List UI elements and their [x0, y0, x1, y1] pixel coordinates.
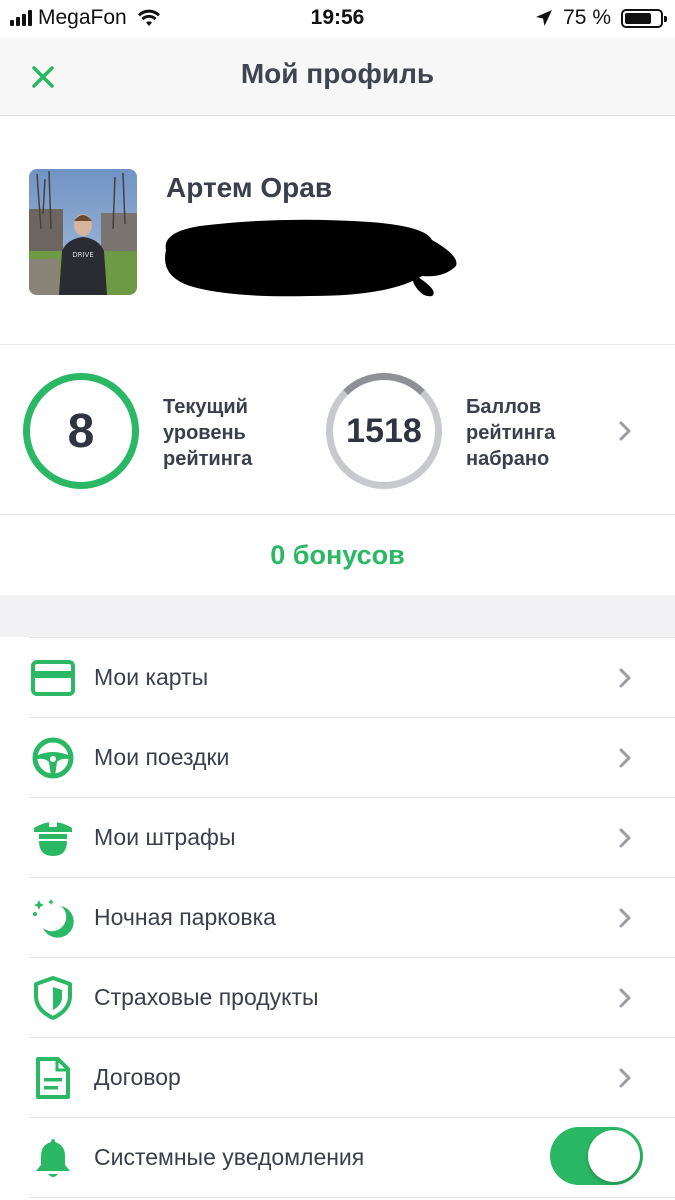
battery-icon	[621, 8, 667, 28]
menu-item-notifications: Системные уведомления	[29, 1118, 675, 1198]
location-arrow-icon	[536, 10, 553, 26]
menu-item-label: Страховые продукты	[94, 984, 319, 1010]
menu-item-insurance[interactable]: Страховые продукты	[29, 958, 675, 1038]
avatar[interactable]: DRIVE	[29, 169, 137, 295]
moon-stars-icon	[31, 896, 75, 940]
chevron-right-icon	[619, 908, 631, 928]
profile-menu: Мои карты Мои поездки Мои штрафы Ночная …	[0, 637, 675, 1198]
chevron-right-icon	[619, 828, 631, 848]
menu-item-label: Ночная парковка	[94, 904, 276, 930]
menu-item-cards[interactable]: Мои карты	[29, 637, 675, 718]
battery-percentage: 75 %	[563, 6, 611, 29]
rating-points-badge: 1518	[326, 373, 442, 489]
menu-item-label: Системные уведомления	[94, 1144, 365, 1170]
rating-points-value: 1518	[346, 411, 422, 450]
menu-item-label: Договор	[94, 1064, 181, 1090]
chevron-right-icon[interactable]	[618, 420, 632, 442]
battery-fill	[625, 12, 651, 24]
card-icon	[31, 656, 75, 700]
rating-level-label: Текущий уровень рейтинга	[163, 396, 253, 470]
chevron-right-icon	[619, 748, 631, 768]
document-icon	[31, 1056, 75, 1100]
chevron-right-icon	[619, 988, 631, 1008]
profile-name: Артем Орав	[166, 172, 333, 203]
bonuses-link[interactable]: 0 бонусов	[0, 515, 675, 595]
chevron-right-icon	[619, 668, 631, 688]
profile-section: DRIVE Артем Орав	[0, 116, 675, 345]
menu-item-fines[interactable]: Мои штрафы	[29, 798, 675, 878]
menu-item-night-parking[interactable]: Ночная парковка	[29, 878, 675, 958]
police-cap-icon	[31, 816, 75, 860]
bell-icon	[31, 1136, 75, 1180]
navigation-bar: Мой профиль	[0, 38, 675, 116]
redacted-phone	[165, 219, 457, 297]
section-divider	[0, 595, 675, 637]
toggle-knob	[588, 1130, 640, 1182]
menu-item-trips[interactable]: Мои поездки	[29, 718, 675, 798]
rating-section[interactable]: 8 Текущий уровень рейтинга 1518 Баллов р…	[0, 344, 675, 515]
notifications-toggle[interactable]	[550, 1127, 643, 1185]
steering-wheel-icon	[31, 736, 75, 780]
shield-icon	[31, 976, 75, 1020]
page-title: Мой профиль	[240, 58, 435, 89]
chevron-right-icon	[619, 1068, 631, 1088]
svg-text:DRIVE: DRIVE	[72, 251, 94, 259]
menu-item-label: Мои штрафы	[94, 824, 236, 850]
avatar-photo: DRIVE	[29, 169, 137, 295]
menu-item-contract[interactable]: Договор	[29, 1038, 675, 1118]
menu-item-label: Мои поездки	[94, 744, 230, 770]
rating-level-badge: 8	[23, 373, 139, 489]
status-bar: MegaFon 19:56 75 %	[0, 0, 675, 38]
rating-points-label: Баллов рейтинга набрано	[466, 396, 556, 470]
menu-item-label: Мои карты	[94, 664, 209, 690]
